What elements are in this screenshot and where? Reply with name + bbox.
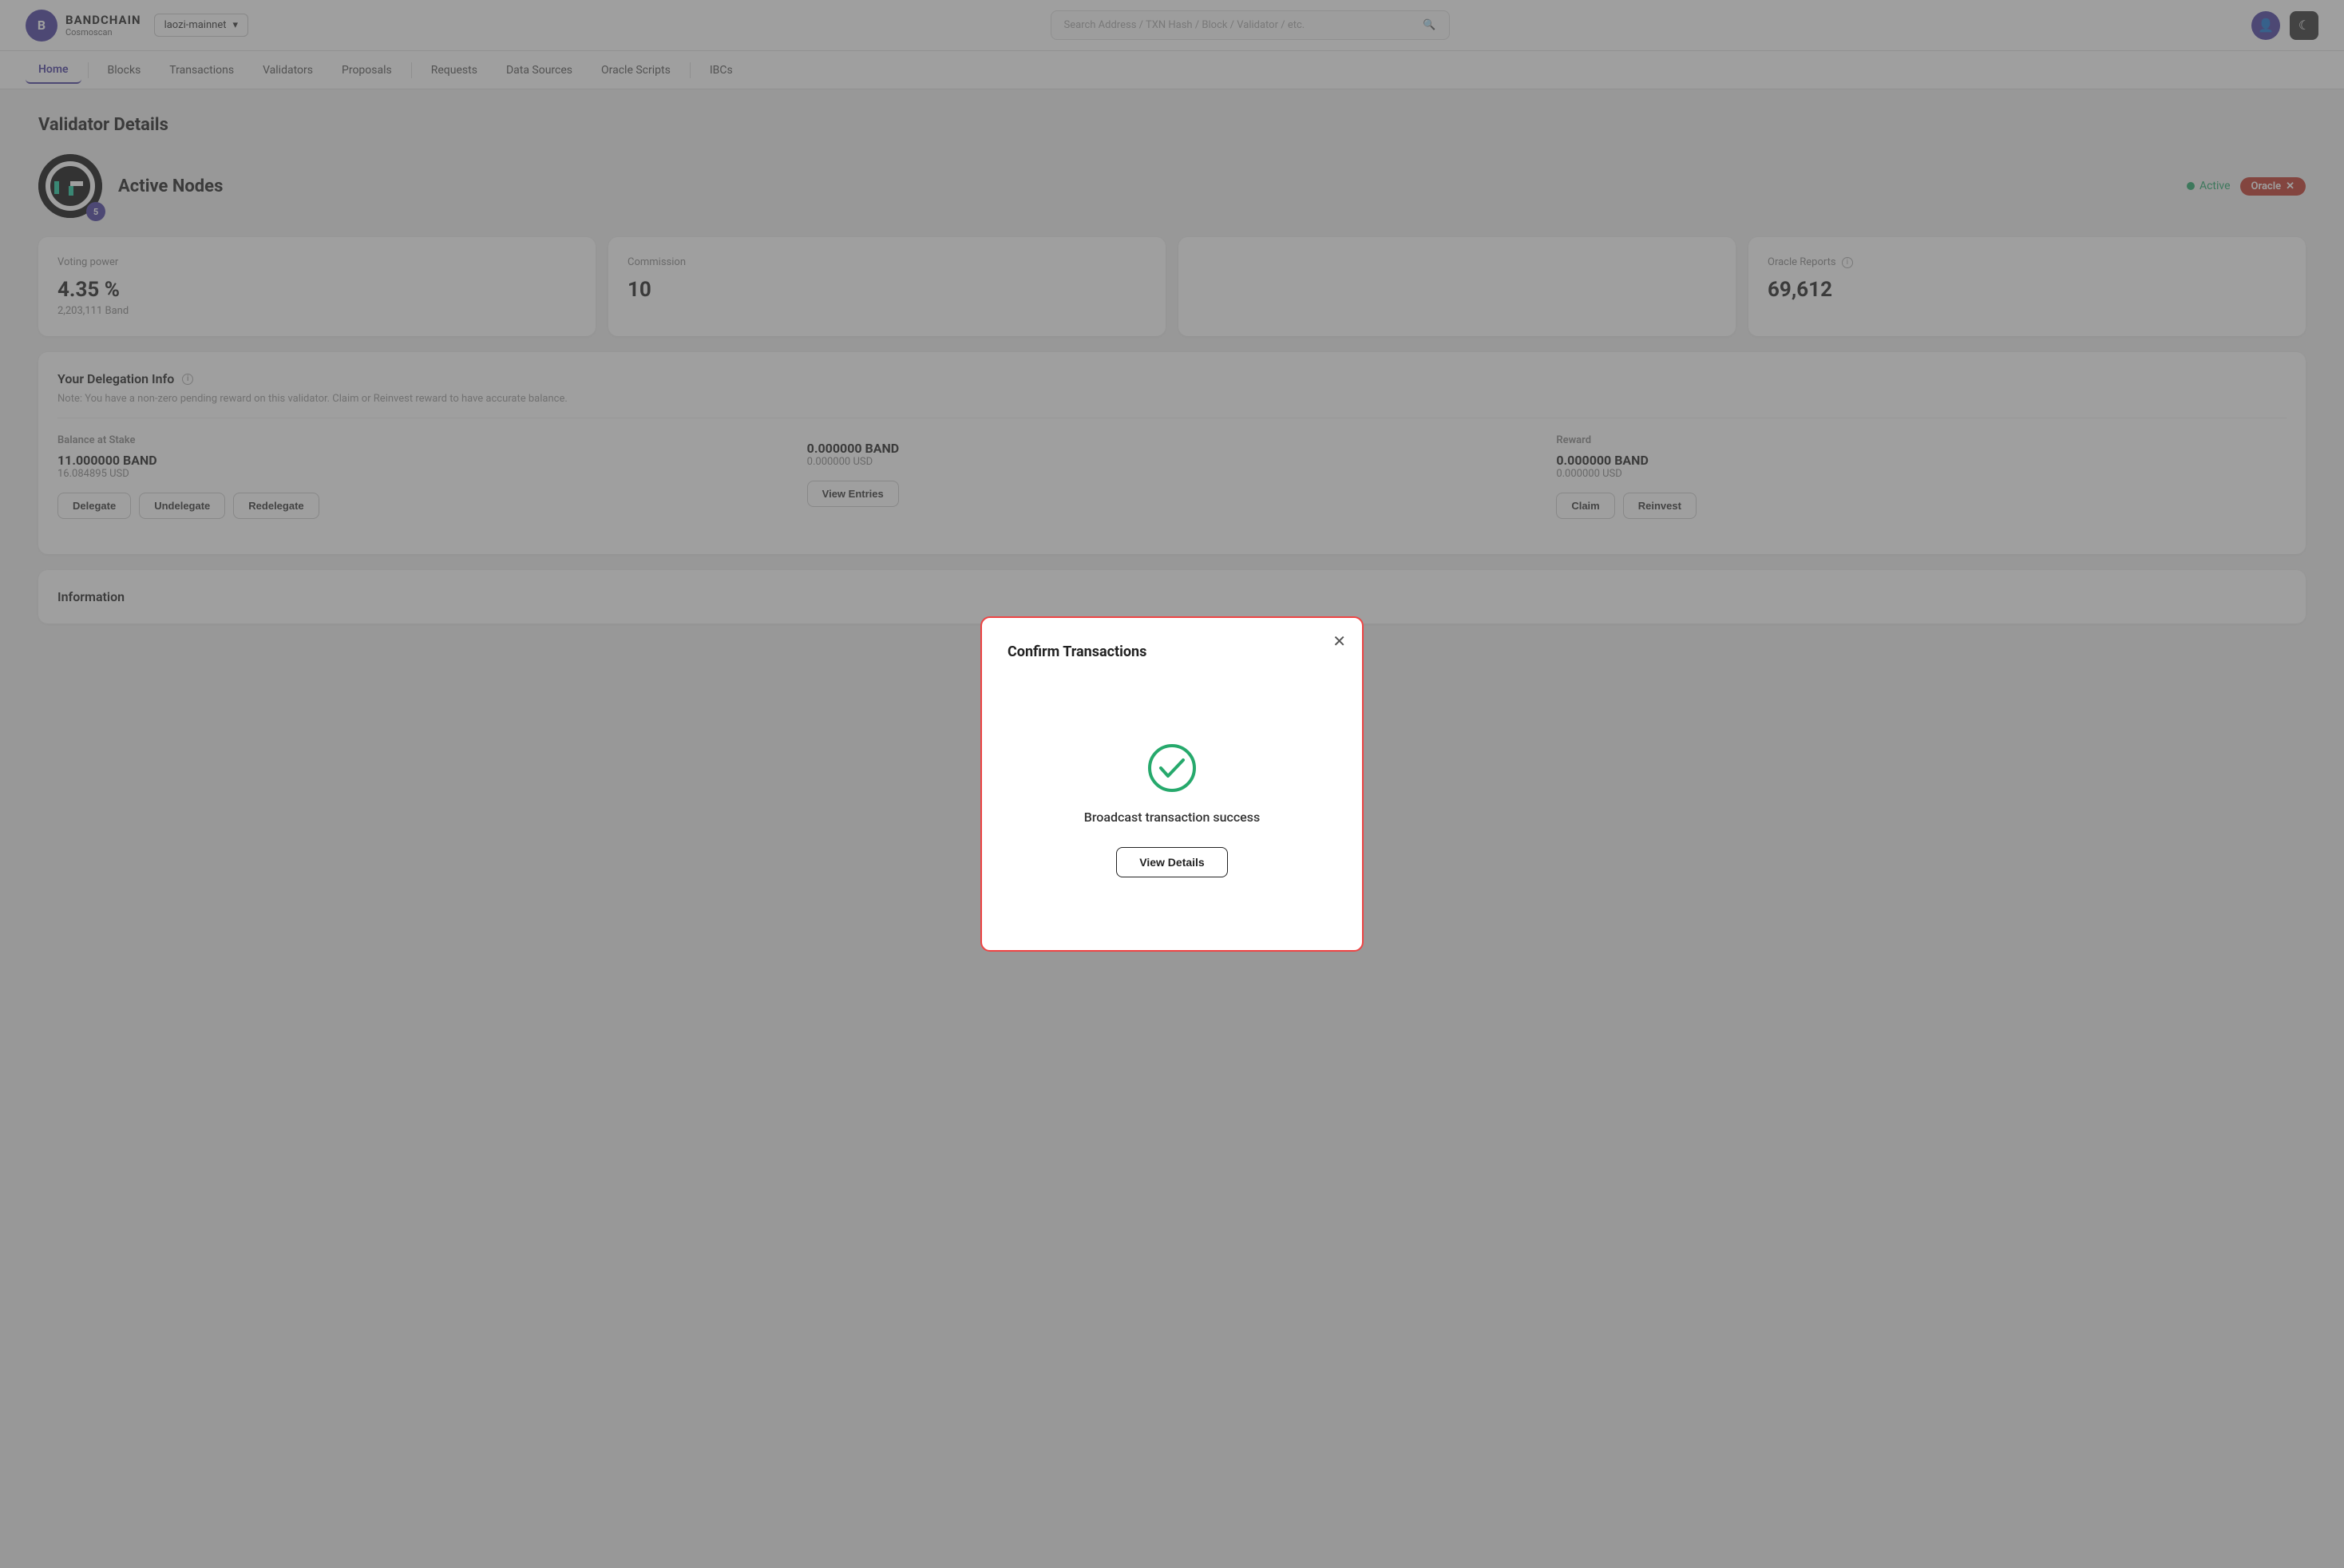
modal-overlay: Confirm Transactions ✕ Broadcast transac… [0, 0, 2344, 1568]
modal-title: Confirm Transactions [1008, 643, 1146, 660]
view-details-button[interactable]: View Details [1116, 847, 1227, 877]
modal-close-button[interactable]: ✕ [1332, 634, 1346, 650]
confirm-transactions-modal: Confirm Transactions ✕ Broadcast transac… [980, 616, 1364, 952]
success-icon [1146, 742, 1198, 794]
modal-body: Broadcast transaction success View Detai… [1008, 679, 1336, 925]
success-message: Broadcast transaction success [1084, 810, 1260, 825]
